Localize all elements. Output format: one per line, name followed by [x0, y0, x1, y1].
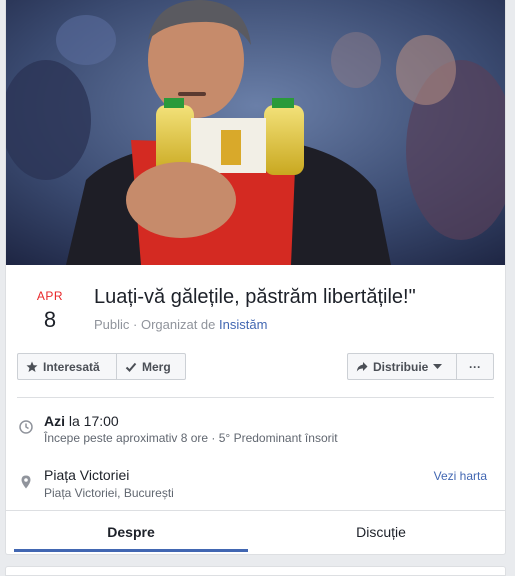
next-card-edge [5, 566, 506, 576]
event-month: APR [36, 289, 64, 303]
event-day-label: Azi [44, 413, 65, 429]
organizer-link[interactable]: Insistăm [219, 317, 267, 332]
event-subtitle: Public · Organizat de Insistăm [94, 317, 267, 332]
check-icon [125, 362, 137, 372]
caret-down-icon [433, 363, 443, 369]
divider [6, 510, 505, 511]
active-tab-indicator [14, 549, 248, 552]
share-arrow-icon [356, 361, 368, 371]
interested-button[interactable]: Interesată [17, 353, 117, 380]
tab-discussion[interactable]: Discuție [264, 524, 498, 540]
going-label: Merg [142, 359, 171, 374]
more-options-button[interactable]: ··· [456, 353, 494, 380]
location-pin-icon [21, 475, 31, 489]
clock-icon [19, 420, 33, 434]
divider [17, 397, 494, 398]
event-time-detail: Începe peste aproximativ 8 ore · 5° Pred… [44, 431, 338, 445]
interested-label: Interesată [43, 359, 100, 374]
event-time-text: la 17:00 [65, 413, 119, 429]
star-icon [26, 361, 38, 372]
location-address: Piața Victoriei, București [44, 486, 174, 500]
location-name[interactable]: Piața Victoriei [44, 467, 129, 483]
share-button[interactable]: Distribuie [347, 353, 457, 380]
event-cover-photo[interactable] [6, 0, 505, 265]
more-options-label: ··· [469, 359, 481, 374]
view-map-link[interactable]: Vezi harta [434, 469, 487, 483]
tab-about[interactable]: Despre [14, 524, 248, 540]
event-visibility: Public · Organizat de [94, 317, 220, 332]
event-date: APR 8 [28, 289, 72, 333]
share-label: Distribuie [373, 359, 429, 374]
event-card: APR 8 Luați-vă gălețile, păstrăm libertă… [5, 0, 506, 555]
event-day: 8 [43, 307, 57, 332]
event-time: Azi la 17:00 [44, 413, 119, 429]
going-button[interactable]: Merg [116, 353, 186, 380]
event-title: Luați-vă gălețile, păstrăm libertățile!" [94, 286, 416, 308]
